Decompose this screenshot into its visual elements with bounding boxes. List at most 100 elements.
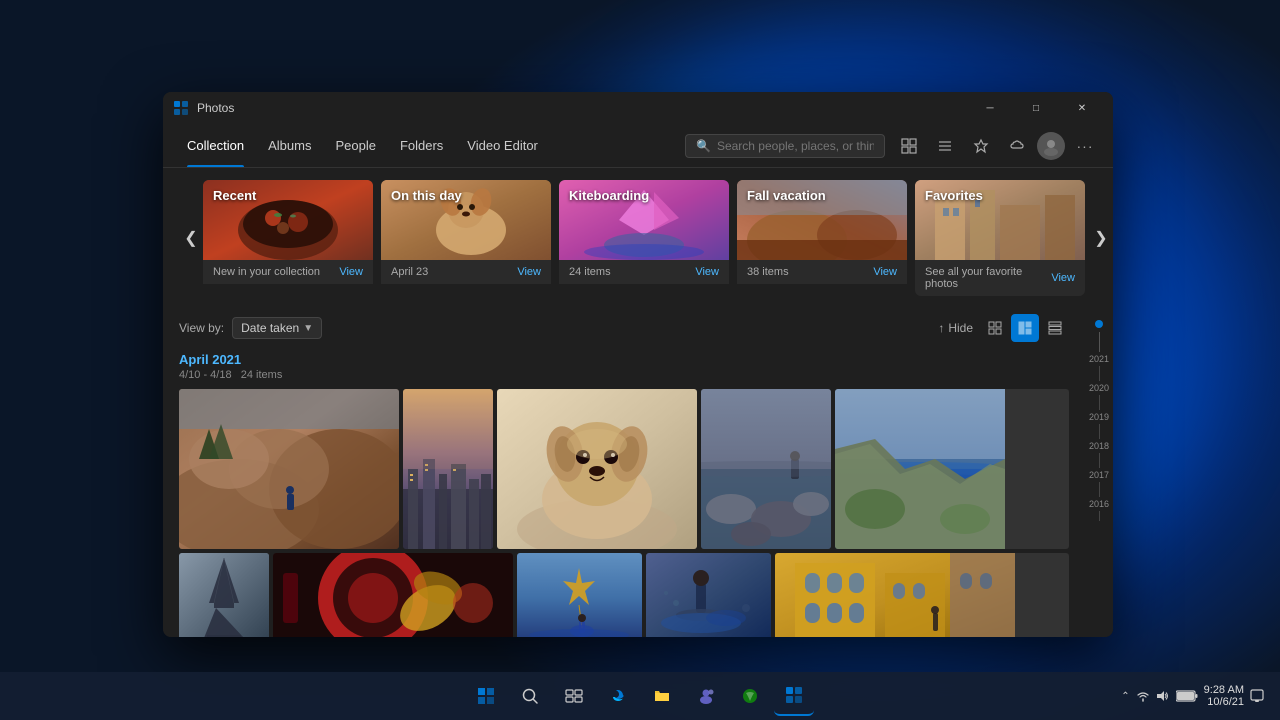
taskbar-xbox-button[interactable] bbox=[730, 676, 770, 716]
photo-rocky-landscape[interactable] bbox=[179, 389, 399, 549]
photo-coastal-cliffs[interactable] bbox=[835, 389, 1069, 549]
favorites-view-link[interactable]: View bbox=[1051, 272, 1075, 284]
nav-action-buttons: ··· bbox=[893, 130, 1101, 162]
recent-subtitle: New in your collection bbox=[213, 266, 320, 278]
timeline-sidebar: 2021 2020 2019 2018 2017 2016 bbox=[1085, 308, 1113, 637]
photo-grid-area: View by: Date taken ▼ ↑ Hide bbox=[163, 308, 1113, 637]
photo-yellow-building[interactable] bbox=[775, 553, 1069, 637]
more-options-button[interactable]: ··· bbox=[1069, 130, 1101, 162]
view-by-value: Date taken bbox=[241, 321, 299, 335]
timeline-year-2016[interactable]: 2016 bbox=[1089, 499, 1109, 509]
timeline-year-2020[interactable]: 2020 bbox=[1089, 383, 1109, 393]
nav-collection[interactable]: Collection bbox=[175, 124, 256, 167]
featured-prev-button[interactable]: ❮ bbox=[179, 180, 203, 296]
nav-folders[interactable]: Folders bbox=[388, 124, 455, 167]
onthisday-card-bottom: April 23 View bbox=[381, 260, 551, 284]
view-large-grid-button[interactable] bbox=[1041, 314, 1069, 342]
photo-row-2 bbox=[179, 553, 1069, 637]
view-by-select[interactable]: Date taken ▼ bbox=[232, 317, 322, 339]
photo-city-panorama[interactable] bbox=[403, 389, 493, 549]
hide-label: Hide bbox=[948, 321, 973, 335]
window-title: Photos bbox=[197, 101, 967, 115]
featured-card-recent[interactable]: Recent New in your collection View bbox=[203, 180, 373, 296]
taskbar-edge-button[interactable] bbox=[598, 676, 638, 716]
view-small-grid-button[interactable] bbox=[981, 314, 1009, 342]
close-button[interactable]: ✕ bbox=[1059, 92, 1105, 124]
cloud-button[interactable] bbox=[1001, 130, 1033, 162]
search-icon: 🔍 bbox=[696, 139, 711, 153]
volume-icon bbox=[1156, 689, 1170, 703]
recent-card-title: Recent bbox=[213, 188, 256, 203]
import-button[interactable] bbox=[893, 130, 925, 162]
nav-video-editor[interactable]: Video Editor bbox=[455, 124, 550, 167]
recent-card-bottom: New in your collection View bbox=[203, 260, 373, 284]
window-controls: ─ □ ✕ bbox=[967, 92, 1105, 124]
photo-cute-dog[interactable] bbox=[497, 389, 697, 549]
timeline-line-2 bbox=[1099, 395, 1100, 410]
featured-cards: Recent New in your collection View bbox=[203, 180, 1089, 296]
timeline-line-6 bbox=[1099, 511, 1100, 521]
onthisday-card-image: On this day bbox=[381, 180, 551, 260]
timeline-line-4 bbox=[1099, 453, 1100, 468]
taskbar-time[interactable]: 9:28 AM 10/6/21 bbox=[1204, 684, 1244, 708]
kiteboarding-card-title: Kiteboarding bbox=[569, 188, 649, 203]
timeline-year-2021[interactable]: 2021 bbox=[1089, 354, 1109, 364]
minimize-button[interactable]: ─ bbox=[967, 92, 1013, 124]
taskbar-teams-button[interactable] bbox=[686, 676, 726, 716]
photo-beach-rocks[interactable] bbox=[701, 389, 831, 549]
search-box[interactable]: 🔍 bbox=[685, 134, 885, 158]
featured-card-kiteboarding[interactable]: Kiteboarding 24 items View bbox=[559, 180, 729, 296]
photo-underwater[interactable] bbox=[646, 553, 771, 637]
onthisday-view-link[interactable]: View bbox=[517, 266, 541, 278]
search-input[interactable] bbox=[717, 139, 874, 153]
month-group-april2021: April 2021 4/10 - 4/18 24 items bbox=[179, 348, 1069, 637]
title-bar: Photos ─ □ ✕ bbox=[163, 92, 1113, 124]
nav-people[interactable]: People bbox=[323, 124, 387, 167]
user-avatar[interactable] bbox=[1037, 132, 1065, 160]
grid-toolbar: View by: Date taken ▼ ↑ Hide bbox=[179, 308, 1069, 348]
taskbar-chevron-icon[interactable]: ⌃ bbox=[1121, 691, 1129, 702]
timeline-indicator bbox=[1095, 320, 1103, 328]
view-medium-grid-button[interactable] bbox=[1011, 314, 1039, 342]
photo-eiffel-tower[interactable] bbox=[179, 553, 269, 637]
list-view-button[interactable] bbox=[929, 130, 961, 162]
photo-abstract-red[interactable] bbox=[273, 553, 513, 637]
kiteboarding-card-image: Kiteboarding bbox=[559, 180, 729, 260]
taskbar-search-button[interactable] bbox=[510, 676, 550, 716]
featured-card-fallvacation[interactable]: Fall vacation 38 items View bbox=[737, 180, 907, 296]
onthisday-card-title: On this day bbox=[391, 188, 462, 203]
recent-view-link[interactable]: View bbox=[339, 266, 363, 278]
featured-next-button[interactable]: ❯ bbox=[1089, 180, 1113, 296]
fallvacation-view-link[interactable]: View bbox=[873, 266, 897, 278]
featured-card-favorites[interactable]: Favorites See all your favorite photos V… bbox=[915, 180, 1085, 296]
kiteboarding-subtitle: 24 items bbox=[569, 266, 611, 278]
timeline-line-1 bbox=[1099, 366, 1100, 381]
pin-button[interactable] bbox=[965, 130, 997, 162]
timeline-line-5 bbox=[1099, 482, 1100, 497]
month-subtitle-april2021: 4/10 - 4/18 24 items bbox=[179, 369, 1069, 381]
start-button[interactable] bbox=[466, 676, 506, 716]
taskbar-taskview-button[interactable] bbox=[554, 676, 594, 716]
timeline-year-2017[interactable]: 2017 bbox=[1089, 470, 1109, 480]
hide-button[interactable]: ↑ Hide bbox=[938, 321, 973, 335]
taskbar-photos-button[interactable] bbox=[774, 676, 814, 716]
navigation-bar: Collection Albums People Folders Video E… bbox=[163, 124, 1113, 168]
featured-card-onthisday[interactable]: On this day April 23 View bbox=[381, 180, 551, 296]
favorites-card-bottom: See all your favorite photos View bbox=[915, 260, 1085, 296]
taskbar-explorer-button[interactable] bbox=[642, 676, 682, 716]
photo-grid-main: View by: Date taken ▼ ↑ Hide bbox=[163, 308, 1085, 637]
kiteboarding-view-link[interactable]: View bbox=[695, 266, 719, 278]
fallvacation-card-bottom: 38 items View bbox=[737, 260, 907, 284]
kiteboarding-card-bottom: 24 items View bbox=[559, 260, 729, 284]
notification-icon[interactable] bbox=[1250, 689, 1264, 703]
more-icon: ··· bbox=[1077, 138, 1094, 154]
recent-card-image: Recent bbox=[203, 180, 373, 260]
taskbar: ⌃ 9:28 AM 10/6/21 bbox=[0, 672, 1280, 720]
maximize-button[interactable]: □ bbox=[1013, 92, 1059, 124]
month-header-april2021: April 2021 bbox=[179, 348, 1069, 369]
onthisday-subtitle: April 23 bbox=[391, 266, 428, 278]
timeline-year-2019[interactable]: 2019 bbox=[1089, 412, 1109, 422]
nav-albums[interactable]: Albums bbox=[256, 124, 323, 167]
photo-kite-surfing[interactable] bbox=[517, 553, 642, 637]
timeline-year-2018[interactable]: 2018 bbox=[1089, 441, 1109, 451]
